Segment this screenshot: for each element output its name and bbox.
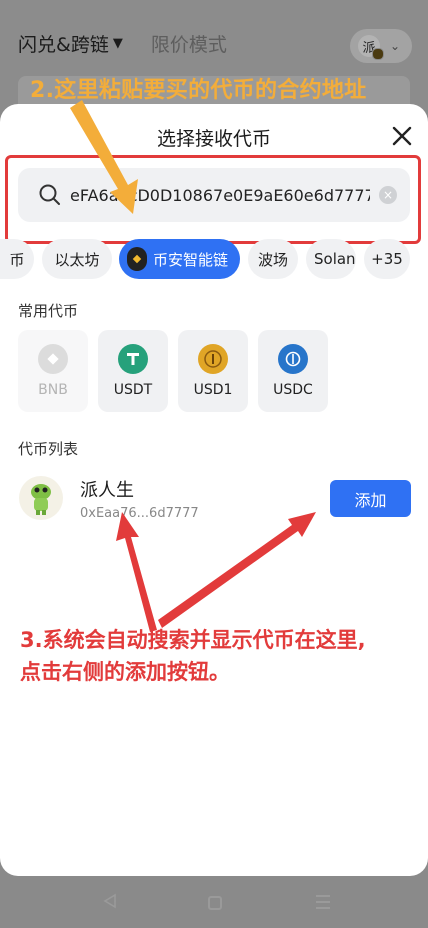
menu-lines-icon[interactable]	[316, 895, 330, 913]
step3-arrow-right	[158, 512, 316, 628]
home-square-icon[interactable]	[208, 896, 222, 910]
system-nav-bar	[0, 880, 428, 928]
annotation-arrows	[70, 100, 316, 632]
step2-arrow	[70, 100, 138, 214]
step3-arrow-left	[116, 512, 157, 632]
back-triangle-icon[interactable]	[102, 893, 118, 909]
